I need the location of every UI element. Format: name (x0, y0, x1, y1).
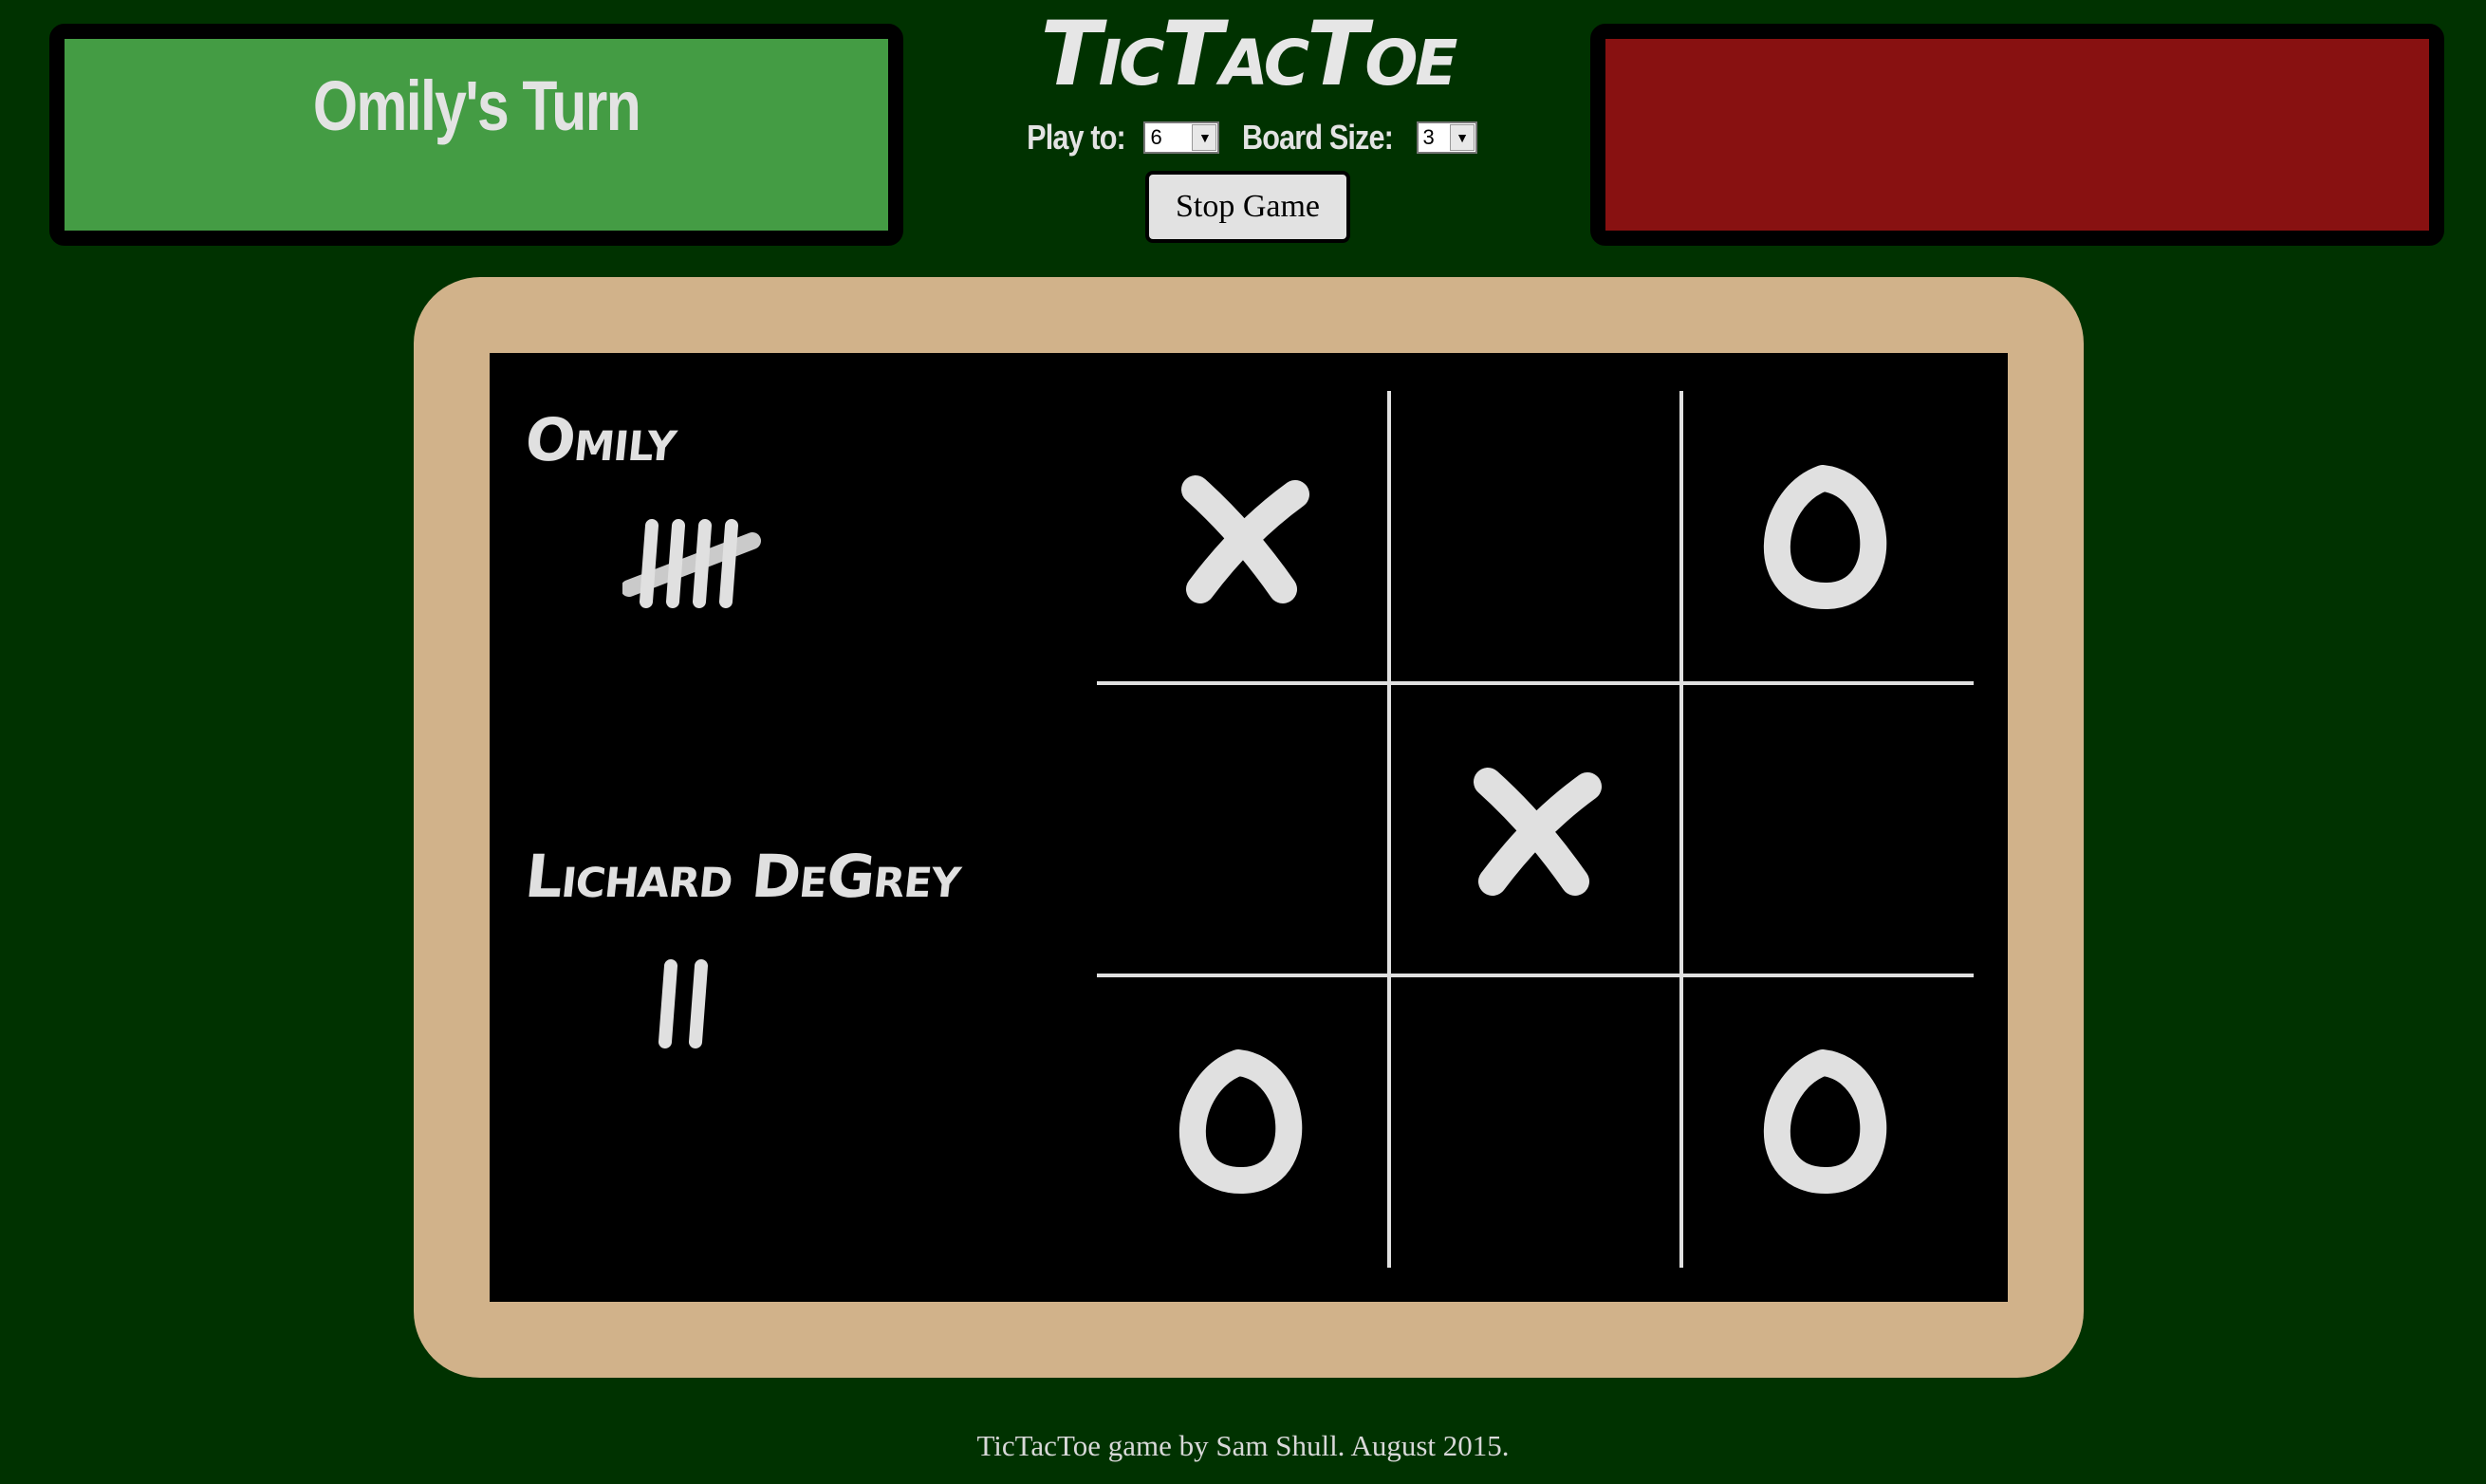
settings-row: Play to: 6 ▼ Board Size: 3 ▼ (949, 118, 1547, 158)
turn-status-text: Omily's Turn (312, 66, 641, 145)
board-cell-0-1[interactable] (1389, 391, 1681, 683)
play-to-label: Play to: (1027, 118, 1127, 157)
o-mark-icon (1763, 1049, 1887, 1195)
board-cell-2-0[interactable] (1097, 975, 1389, 1268)
board-cell-0-2[interactable] (1681, 391, 1974, 683)
footer-credit: TicTacToe game by Sam Shull. August 2015… (976, 1429, 1510, 1462)
board-size-value: 3 (1422, 125, 1435, 149)
board-cell-0-0[interactable] (1097, 391, 1389, 683)
board-cell-2-2[interactable] (1681, 975, 1974, 1268)
stop-game-button[interactable]: Stop Game (1145, 171, 1350, 243)
app-title: TicTacToe (1040, 3, 1457, 106)
board-cell-2-1[interactable] (1389, 975, 1681, 1268)
o-mark-icon (1763, 465, 1887, 610)
turn-status-panel: Omily's Turn (49, 24, 903, 246)
opponent-status-panel (1590, 24, 2444, 246)
play-to-select[interactable]: 6 ▼ (1143, 121, 1220, 154)
chalkboard-frame: Omily Lichard DeGrey (414, 277, 2084, 1378)
board-cell-1-0[interactable] (1097, 683, 1389, 975)
o-mark-icon (1178, 1049, 1303, 1195)
dropdown-arrow-icon: ▼ (1449, 124, 1475, 151)
board-cell-1-1[interactable] (1389, 683, 1681, 975)
x-mark-icon (1181, 475, 1309, 603)
board-size-select[interactable]: 3 ▼ (1416, 121, 1477, 154)
chalkboard: Omily Lichard DeGrey (490, 353, 2008, 1302)
dropdown-arrow-icon: ▼ (1192, 124, 1217, 151)
board-size-label: Board Size: (1242, 118, 1395, 157)
board-cell-1-2[interactable] (1681, 683, 1974, 975)
play-to-value: 6 (1150, 125, 1161, 149)
x-mark-icon (1474, 768, 1602, 896)
